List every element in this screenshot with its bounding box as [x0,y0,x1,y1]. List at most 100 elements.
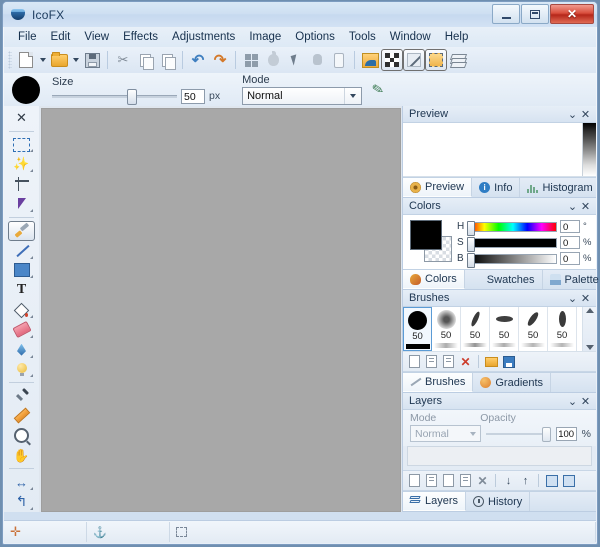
brightness-input[interactable]: 0 [560,252,580,265]
menu-image[interactable]: Image [242,29,288,45]
layer-opacity-slider-thumb[interactable] [542,427,551,442]
menu-view[interactable]: View [77,29,116,45]
tab-brushes[interactable]: Brushes [403,373,473,392]
preview-image-area[interactable] [403,123,596,177]
menu-tools[interactable]: Tools [342,29,383,45]
saturation-slider[interactable] [469,238,557,248]
zoom-tool[interactable] [8,426,35,446]
eraser-tool[interactable] [8,320,35,340]
menu-window[interactable]: Window [383,29,438,45]
copy-button[interactable] [134,49,156,71]
chevron-down-icon[interactable]: ⌄ [566,395,579,408]
duplicate-brush-button[interactable] [424,354,439,369]
close-x-icon[interactable]: ✕ [579,395,592,408]
tab-history[interactable]: History [466,492,530,511]
brightness-slider-thumb[interactable] [467,253,475,268]
flip-tool[interactable]: ↔ [8,472,35,492]
brush-item[interactable]: 50 [519,307,548,351]
flatten-button[interactable] [561,473,576,488]
layer-opacity-slider[interactable] [486,427,551,441]
size-slider[interactable] [52,89,177,103]
layer-opacity-input[interactable]: 100 [556,427,577,441]
eyedropper-tool[interactable] [8,386,35,406]
delete-layer-button[interactable]: ✕ [475,473,490,488]
image-canvas[interactable] [41,108,401,512]
delete-brush-button[interactable]: ✕ [458,354,473,369]
import-layer-button[interactable] [424,473,439,488]
brightness-slider[interactable] [469,254,557,264]
size-slider-thumb[interactable] [127,89,137,105]
windows-icon-button[interactable] [240,49,262,71]
menu-help[interactable]: Help [438,29,476,45]
redo-button[interactable]: ↷ [209,49,231,71]
new-document-button[interactable] [15,49,37,71]
hue-input[interactable]: 0 [560,220,580,233]
merge-down-button[interactable] [544,473,559,488]
tab-gradients[interactable]: Gradients [473,373,551,392]
brush-settings-icon[interactable]: ✎ [370,80,385,99]
rectangle-tool[interactable] [8,261,35,281]
macos-icon-button[interactable] [262,49,284,71]
overlay-button[interactable] [403,49,425,71]
pan-tool[interactable]: ✋ [8,446,35,466]
tab-preview[interactable]: Preview [403,178,472,197]
size-input[interactable]: 50 [181,89,205,104]
load-brushes-button[interactable] [484,354,499,369]
crop-tool[interactable] [8,174,35,194]
scroll-up-arrow-icon[interactable] [586,308,594,313]
brush-item[interactable]: 50 [461,307,490,351]
saturation-input[interactable]: 0 [560,236,580,249]
new-document-dropdown[interactable] [37,49,48,71]
rotate-tool[interactable]: ↰ [8,492,35,512]
cursor-button[interactable] [284,49,306,71]
open-file-button[interactable] [48,49,70,71]
new-brush-button[interactable] [407,354,422,369]
brush-item[interactable]: 50 [548,307,577,351]
move-tool[interactable] [8,194,35,214]
menu-adjustments[interactable]: Adjustments [165,29,242,45]
save-brushes-button[interactable] [501,354,516,369]
hue-slider[interactable] [469,222,557,232]
tab-histogram[interactable]: Histogram [520,178,600,197]
line-tool[interactable] [8,241,35,261]
menu-file[interactable]: File [11,29,44,45]
scroll-down-arrow-icon[interactable] [586,345,594,350]
blend-mode-select[interactable]: Normal [242,87,362,105]
move-layer-down-button[interactable]: ↓ [501,473,516,488]
close-x-icon[interactable]: ✕ [579,292,592,305]
rectangular-select-tool[interactable] [8,135,35,155]
paint-bucket-tool[interactable] [8,300,35,320]
brush-item[interactable]: 50 [403,307,432,351]
selection-overlay-button[interactable] [425,49,447,71]
chevron-down-icon[interactable]: ⌄ [566,108,579,121]
toolbar-grip[interactable] [8,51,12,69]
brush-scrollbar[interactable] [582,307,596,351]
export-button[interactable] [359,49,381,71]
measure-tool[interactable] [8,406,35,426]
tab-colors[interactable]: Colors [403,270,465,289]
open-file-dropdown[interactable] [70,49,81,71]
layers-toggle-button[interactable] [447,49,469,71]
menu-options[interactable]: Options [288,29,342,45]
paste-button[interactable] [156,49,178,71]
paintbrush-tool[interactable] [8,221,35,241]
transparency-button[interactable] [381,49,403,71]
tab-swatches[interactable]: Swatches [465,270,543,289]
tab-info[interactable]: i Info [472,178,520,197]
cut-button[interactable]: ✂ [112,49,134,71]
edit-brush-button[interactable] [441,354,456,369]
saturation-slider-thumb[interactable] [467,237,475,252]
grayscale-gradient-strip[interactable] [582,123,596,176]
tab-palette[interactable]: Palette [543,270,600,289]
foreground-color-swatch[interactable] [410,220,442,250]
save-button[interactable] [81,49,103,71]
menu-effects[interactable]: Effects [116,29,165,45]
chevron-down-icon[interactable]: ⌄ [566,200,579,213]
maximize-button[interactable] [521,4,549,24]
mobile-button[interactable] [328,49,350,71]
android-button[interactable] [306,49,328,71]
close-image-tool[interactable]: ✕ [8,108,35,128]
layer-properties-button[interactable] [458,473,473,488]
dodge-tool[interactable] [8,360,35,380]
text-tool[interactable]: T [8,280,35,300]
